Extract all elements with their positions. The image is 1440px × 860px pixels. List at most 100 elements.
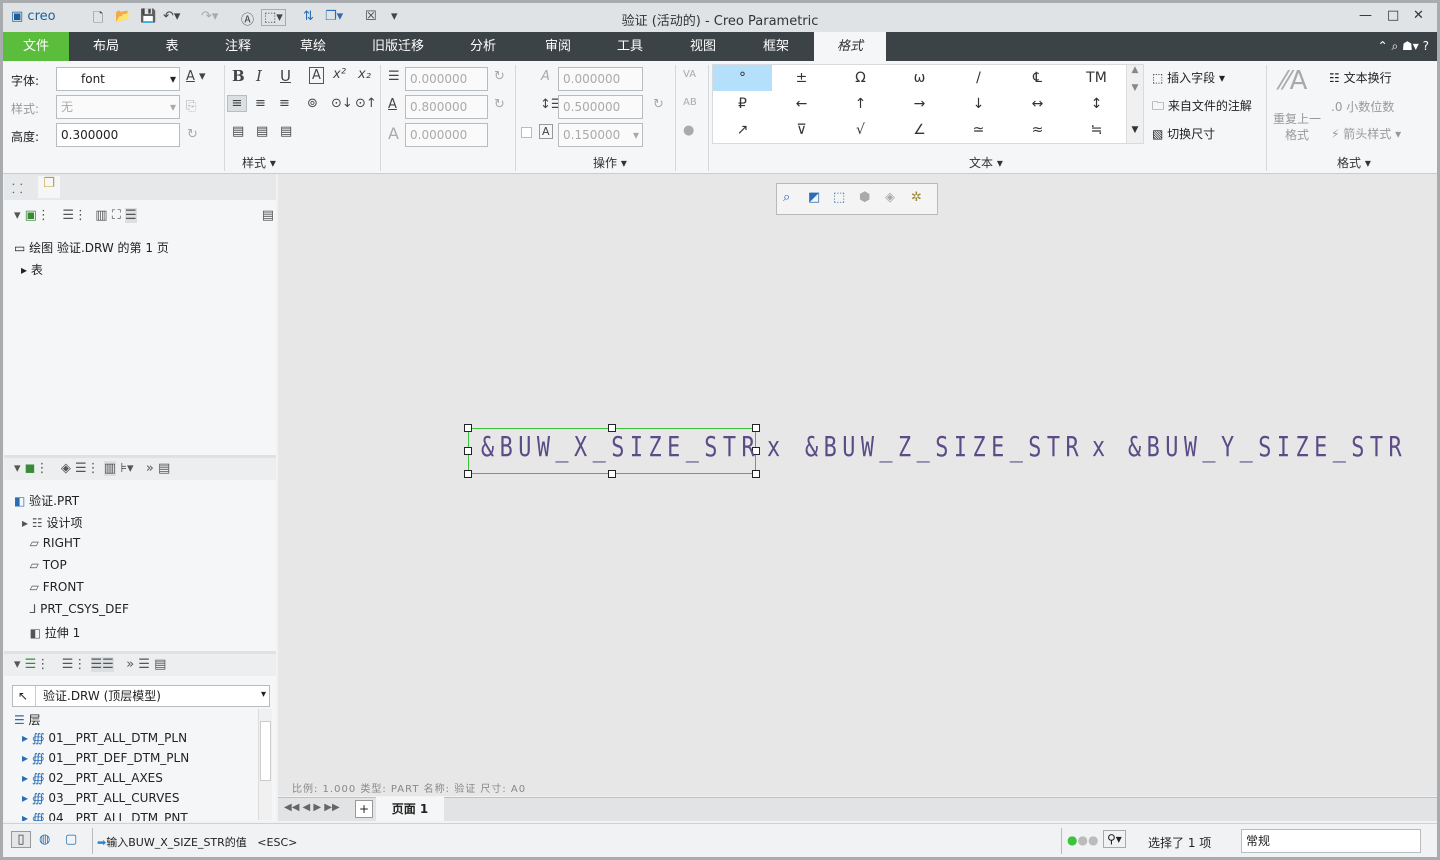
symbol-button[interactable]: ↕ bbox=[1067, 91, 1126, 117]
repeat-format-label-2[interactable]: 格式 bbox=[1285, 126, 1309, 143]
symbol-button[interactable]: Ω bbox=[831, 65, 890, 91]
refit-icon[interactable]: ⌕ bbox=[783, 190, 790, 205]
maximize-button[interactable]: □ bbox=[1387, 8, 1399, 23]
resize-handle[interactable] bbox=[608, 470, 616, 478]
symbol-button[interactable]: TM bbox=[1067, 65, 1126, 91]
repaint-icon[interactable]: ⬚ bbox=[833, 190, 845, 205]
model-tree-item[interactable]: ▱ TOP bbox=[22, 558, 67, 572]
model-tree-root[interactable]: ◧ 验证.PRT bbox=[14, 492, 79, 509]
text-wrap-button[interactable]: ☷ 文本换行 bbox=[1329, 69, 1392, 86]
resize-handle[interactable] bbox=[464, 470, 472, 478]
valign-bottom-icon[interactable]: ▤ bbox=[280, 124, 292, 139]
folder-tab-icon[interactable]: ❐ bbox=[38, 176, 60, 198]
browser-icon[interactable]: ◍ bbox=[39, 832, 50, 847]
tab-framework[interactable]: 框架 bbox=[741, 32, 811, 61]
tab-format[interactable]: 格式 bbox=[814, 32, 886, 61]
palette-scrollbar[interactable]: ▲ ▼ ▼ bbox=[1126, 65, 1143, 143]
repeat-format-label[interactable]: 重复上一 bbox=[1273, 110, 1321, 127]
note-y-size[interactable]: &BUW_Y_SIZE_STR bbox=[1128, 430, 1407, 463]
symbol-button[interactable]: ° bbox=[713, 65, 772, 91]
bold-icon[interactable]: B bbox=[232, 67, 245, 85]
resize-handle[interactable] bbox=[464, 424, 472, 432]
align-up-icon[interactable]: ⊙↑ bbox=[355, 96, 377, 111]
mirror-text-icon[interactable]: AB bbox=[683, 97, 697, 108]
spacing-input[interactable]: 0.500000 bbox=[558, 95, 643, 119]
help-icons[interactable]: ⌃ ⌕ ☗▾ ? bbox=[1329, 32, 1429, 61]
model-tree-tab-icon[interactable]: ⸬ bbox=[12, 179, 23, 197]
layer-item[interactable]: ▸ ∰ 01__PRT_DEF_DTM_PLN bbox=[22, 751, 189, 765]
symbol-button[interactable]: / bbox=[949, 65, 1008, 91]
symbol-button[interactable]: ⊽ bbox=[772, 117, 831, 143]
symbol-button[interactable]: ↔ bbox=[1008, 91, 1067, 117]
symbol-button[interactable]: ↗ bbox=[713, 117, 772, 143]
zoom-in-icon[interactable]: ◩ bbox=[808, 190, 820, 205]
tab-view[interactable]: 视图 bbox=[668, 32, 738, 61]
tab-legacy-migration[interactable]: 旧版迁移 bbox=[358, 32, 438, 61]
symbol-button[interactable]: ≈ bbox=[1008, 117, 1067, 143]
superscript-icon[interactable]: x² bbox=[333, 67, 346, 82]
fullscreen-icon[interactable]: ▢ bbox=[65, 832, 77, 847]
group-label-style[interactable]: 样式 ▾ bbox=[242, 154, 276, 171]
text-direction-icon[interactable]: VA bbox=[683, 69, 696, 80]
layer-scrollbar[interactable] bbox=[258, 709, 272, 820]
valign-top-icon[interactable]: ▤ bbox=[232, 124, 244, 139]
tab-layout[interactable]: 布局 bbox=[73, 32, 139, 61]
symbol-button[interactable]: ≃ bbox=[949, 117, 1008, 143]
font-select[interactable]: font ▾ bbox=[56, 67, 180, 91]
layer-item[interactable]: ▸ ∰ 02__PRT_ALL_AXES bbox=[22, 771, 163, 785]
height-input[interactable]: 0.300000 bbox=[56, 123, 180, 147]
symbol-button[interactable]: ℄ bbox=[1008, 65, 1067, 91]
saved-views-icon[interactable]: ◈ bbox=[885, 190, 895, 205]
symbol-button[interactable]: → bbox=[890, 91, 949, 117]
align-left-icon[interactable]: ≡ bbox=[227, 95, 247, 112]
layer-item[interactable]: ▸ ∰ 04__PRT_ALL_DTM_PNT bbox=[22, 811, 188, 821]
expand-icon[interactable]: ▼ bbox=[1127, 125, 1143, 135]
symbol-button[interactable]: ↓ bbox=[949, 91, 1008, 117]
model-tree-item[interactable]: ▱ FRONT bbox=[22, 580, 84, 594]
style-select[interactable]: 无 ▾ bbox=[56, 95, 180, 119]
minimize-button[interactable]: — bbox=[1359, 8, 1372, 23]
toggle-dimension-button[interactable]: ▧ 切换尺寸 bbox=[1152, 125, 1215, 142]
align-center-icon[interactable]: ≡ bbox=[255, 96, 266, 111]
tab-sketch[interactable]: 草绘 bbox=[278, 32, 348, 61]
layer-tree-root[interactable]: ☰ 层 bbox=[14, 711, 41, 728]
symbol-button[interactable]: ± bbox=[772, 65, 831, 91]
tab-analysis[interactable]: 分析 bbox=[448, 32, 518, 61]
decimal-places-button[interactable]: .0 小数位数 bbox=[1331, 98, 1394, 115]
page-nav-icons[interactable]: ◀◀ ◀ ▶ ▶▶ bbox=[284, 802, 340, 813]
copy-style-icon[interactable]: ⎘ bbox=[186, 99, 196, 114]
subscript-icon[interactable]: x₂ bbox=[358, 67, 371, 82]
scrollbar-thumb[interactable] bbox=[260, 721, 271, 781]
tab-table[interactable]: 表 bbox=[143, 32, 201, 61]
model-select[interactable]: ↖ 验证.DRW (顶层模型) ▾ bbox=[12, 685, 270, 707]
model-tree-item[interactable]: ▱ RIGHT bbox=[22, 536, 81, 550]
width-factor-input[interactable]: 0.800000 bbox=[405, 95, 488, 119]
model-tree-item[interactable]: ▸ ☷ 设计项 bbox=[22, 514, 82, 531]
layer-item[interactable]: ▸ ∰ 03__PRT_ALL_CURVES bbox=[22, 791, 180, 805]
tab-review[interactable]: 审阅 bbox=[523, 32, 593, 61]
layer-item[interactable]: ▸ ∰ 01__PRT_ALL_DTM_PLN bbox=[22, 731, 187, 745]
repeat-format-icon[interactable]: ⁄⁄A bbox=[1281, 66, 1307, 96]
align-down-icon[interactable]: ⊙↓ bbox=[331, 96, 353, 111]
text-style-icon[interactable]: ● bbox=[683, 123, 694, 138]
model-tree-item[interactable]: ◧ 拉伸 1 bbox=[22, 624, 81, 641]
display-style-icon[interactable]: ⬢ bbox=[859, 190, 870, 205]
italic-icon[interactable]: I bbox=[256, 67, 262, 85]
find-icon[interactable]: ⚲▾ bbox=[1103, 830, 1126, 848]
navigator-toggle-icon[interactable]: ▯ bbox=[11, 831, 31, 848]
text-color-icon[interactable]: A ▾ bbox=[186, 69, 206, 84]
kerning-checkbox[interactable] bbox=[521, 127, 532, 138]
group-label-operations[interactable]: 操作 ▾ bbox=[593, 154, 627, 171]
note-x-size[interactable]: &BUW_X_SIZE_STR bbox=[481, 430, 760, 463]
close-button[interactable]: ✕ bbox=[1413, 8, 1424, 23]
tab-file[interactable]: 文件 bbox=[3, 32, 69, 61]
symbol-button[interactable]: ≒ bbox=[1067, 117, 1126, 143]
resize-handle[interactable] bbox=[752, 470, 760, 478]
group-label-text[interactable]: 文本 ▾ bbox=[969, 154, 1003, 171]
drawing-tree-root[interactable]: ▭ 绘图 验证.DRW 的第 1 页 bbox=[14, 239, 169, 256]
symbol-button[interactable]: √ bbox=[831, 117, 890, 143]
filter-select[interactable]: 常规 bbox=[1241, 829, 1421, 853]
page-tab-1[interactable]: 页面 1 bbox=[376, 797, 444, 821]
underline-icon[interactable]: U bbox=[280, 67, 291, 85]
group-label-format[interactable]: 格式 ▾ bbox=[1337, 154, 1371, 171]
